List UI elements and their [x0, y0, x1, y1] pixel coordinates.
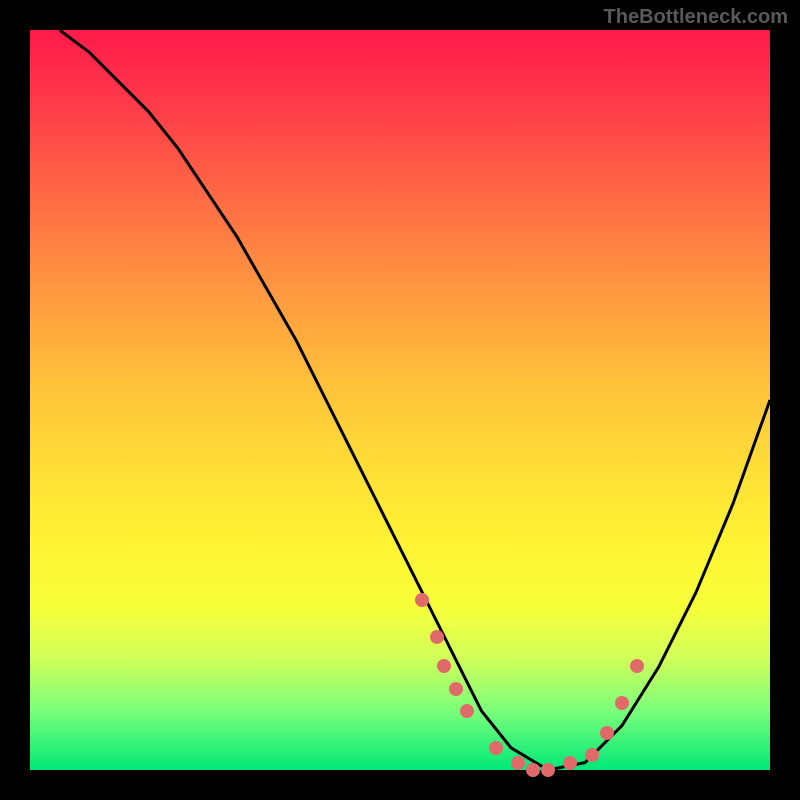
- scatter-point: [585, 748, 599, 762]
- scatter-point: [630, 659, 644, 673]
- scatter-point: [415, 593, 429, 607]
- scatter-point: [460, 704, 474, 718]
- scatter-point: [511, 756, 525, 770]
- chart-plot-area: [30, 30, 770, 770]
- scatter-point: [489, 741, 503, 755]
- scatter-point: [449, 682, 463, 696]
- scatter-point: [526, 763, 540, 777]
- bottleneck-curve: [30, 30, 770, 770]
- scatter-point: [615, 696, 629, 710]
- scatter-point: [600, 726, 614, 740]
- scatter-point: [437, 659, 451, 673]
- watermark-text: TheBottleneck.com: [604, 6, 788, 29]
- scatter-point: [563, 756, 577, 770]
- scatter-point: [541, 763, 555, 777]
- scatter-point: [430, 630, 444, 644]
